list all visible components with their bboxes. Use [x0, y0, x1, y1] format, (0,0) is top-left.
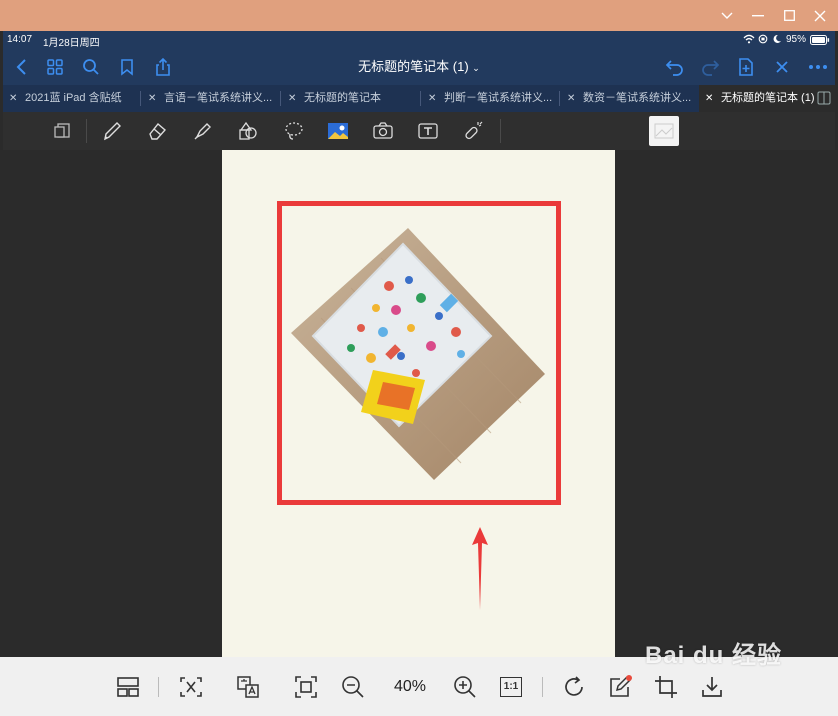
rotate-icon[interactable]	[560, 673, 588, 701]
battery-icon	[810, 35, 830, 45]
wifi-icon	[743, 34, 755, 44]
bar-divider	[158, 677, 159, 697]
add-page-icon[interactable]	[734, 56, 758, 78]
image-icon[interactable]	[325, 118, 351, 144]
zoom-level: 40%	[393, 678, 427, 695]
tab-divider	[280, 91, 281, 106]
tab-notebook-5[interactable]: ✕ 数资－笔试系统讲义...	[561, 85, 697, 112]
tab-label: 无标题的笔记本	[304, 92, 381, 104]
toolbar-divider	[86, 119, 87, 143]
drawing-toolbar	[3, 112, 835, 150]
tab-divider	[140, 91, 141, 106]
search-icon[interactable]	[79, 56, 103, 78]
tab-label: 2021蓝 iPad 含贴纸	[25, 92, 122, 104]
status-bar: 14:07 1月28日周四 95%	[3, 31, 835, 49]
redo-icon[interactable]	[698, 56, 722, 78]
tab-label: 判断－笔试系统讲义...	[444, 92, 553, 104]
viewer-bar: 40% 1:1 Bai du 经验	[0, 642, 838, 716]
text-icon[interactable]	[415, 118, 441, 144]
page-thumbnail[interactable]	[649, 116, 679, 146]
grid-icon[interactable]	[43, 56, 67, 78]
nav-bar: 无标题的笔记本 (1) ⌄	[3, 49, 835, 85]
bar-divider	[542, 677, 543, 697]
eraser-icon[interactable]	[144, 118, 170, 144]
chevron-down-icon: ⌄	[472, 63, 480, 73]
moon-icon	[772, 34, 782, 44]
minimize-button[interactable]	[743, 0, 773, 31]
tab-notebook-active[interactable]: ✕ 无标题的笔记本 (1)	[699, 85, 835, 112]
close-tab-icon[interactable]: ✕	[288, 85, 300, 112]
undo-icon[interactable]	[663, 56, 687, 78]
rotation-lock-icon	[758, 34, 768, 44]
page-icon[interactable]	[50, 118, 76, 144]
close-tab-icon[interactable]: ✕	[428, 85, 440, 112]
tab-notebook-2[interactable]: ✕ 言语－笔试系统讲义...	[142, 85, 278, 112]
document-title-label: 无标题的笔记本 (1)	[358, 59, 469, 74]
pen-icon[interactable]	[99, 118, 125, 144]
tab-notebook-3[interactable]: ✕ 无标题的笔记本	[282, 85, 418, 112]
ocr-icon[interactable]	[177, 673, 205, 701]
actual-size-label: 1:1	[500, 677, 522, 697]
camera-icon[interactable]	[370, 118, 396, 144]
translate-icon[interactable]	[234, 673, 262, 701]
close-button[interactable]	[805, 0, 835, 31]
bookmark-icon[interactable]	[115, 56, 139, 78]
tab-label: 数资－笔试系统讲义...	[583, 92, 692, 104]
tab-label: 言语－笔试系统讲义...	[164, 92, 273, 104]
tab-notebook-4[interactable]: ✕ 判断－笔试系统讲义...	[422, 85, 558, 112]
laser-pointer-icon[interactable]	[460, 118, 486, 144]
fit-screen-icon[interactable]	[292, 673, 320, 701]
status-date: 1月28日周四	[43, 38, 100, 49]
watermark: Bai du 经验	[645, 642, 783, 669]
crop-icon[interactable]	[652, 673, 680, 701]
shapes-icon[interactable]	[235, 118, 261, 144]
maximize-button[interactable]	[774, 0, 804, 31]
actual-size-button[interactable]: 1:1	[497, 673, 525, 701]
close-tab-icon[interactable]: ✕	[567, 85, 579, 112]
toolbar-divider	[500, 119, 501, 143]
edit-icon[interactable]	[606, 673, 634, 701]
highlighter-icon[interactable]	[190, 118, 216, 144]
share-icon[interactable]	[151, 56, 175, 78]
split-view-icon[interactable]	[817, 91, 831, 105]
zoom-out-icon[interactable]	[339, 673, 367, 701]
tab-divider	[420, 91, 421, 106]
tab-notebook-1[interactable]: ✕ 2021蓝 iPad 含贴纸	[3, 85, 139, 112]
layout-icon[interactable]	[114, 673, 142, 701]
tab-bar: ✕ 2021蓝 iPad 含贴纸 ✕ 言语－笔试系统讲义... ✕ 无标题的笔记本 ✕…	[3, 85, 835, 112]
close-tab-icon[interactable]: ✕	[705, 85, 717, 112]
close-tab-icon[interactable]: ✕	[9, 85, 21, 112]
tab-divider	[559, 91, 560, 106]
tab-label: 无标题的笔记本 (1)	[721, 92, 815, 104]
zoom-in-icon[interactable]	[451, 673, 479, 701]
chevron-down-icon[interactable]	[712, 0, 742, 31]
arrow-up-icon	[470, 527, 490, 610]
close-icon[interactable]	[770, 56, 794, 78]
back-icon[interactable]	[9, 56, 33, 78]
close-tab-icon[interactable]: ✕	[148, 85, 160, 112]
status-time: 14:07	[7, 34, 33, 45]
lasso-icon[interactable]	[281, 118, 307, 144]
highlight-box	[277, 201, 561, 505]
download-icon[interactable]	[698, 673, 726, 701]
window-titlebar	[0, 0, 838, 31]
battery-label: 95%	[786, 34, 807, 45]
more-icon[interactable]	[806, 56, 830, 78]
